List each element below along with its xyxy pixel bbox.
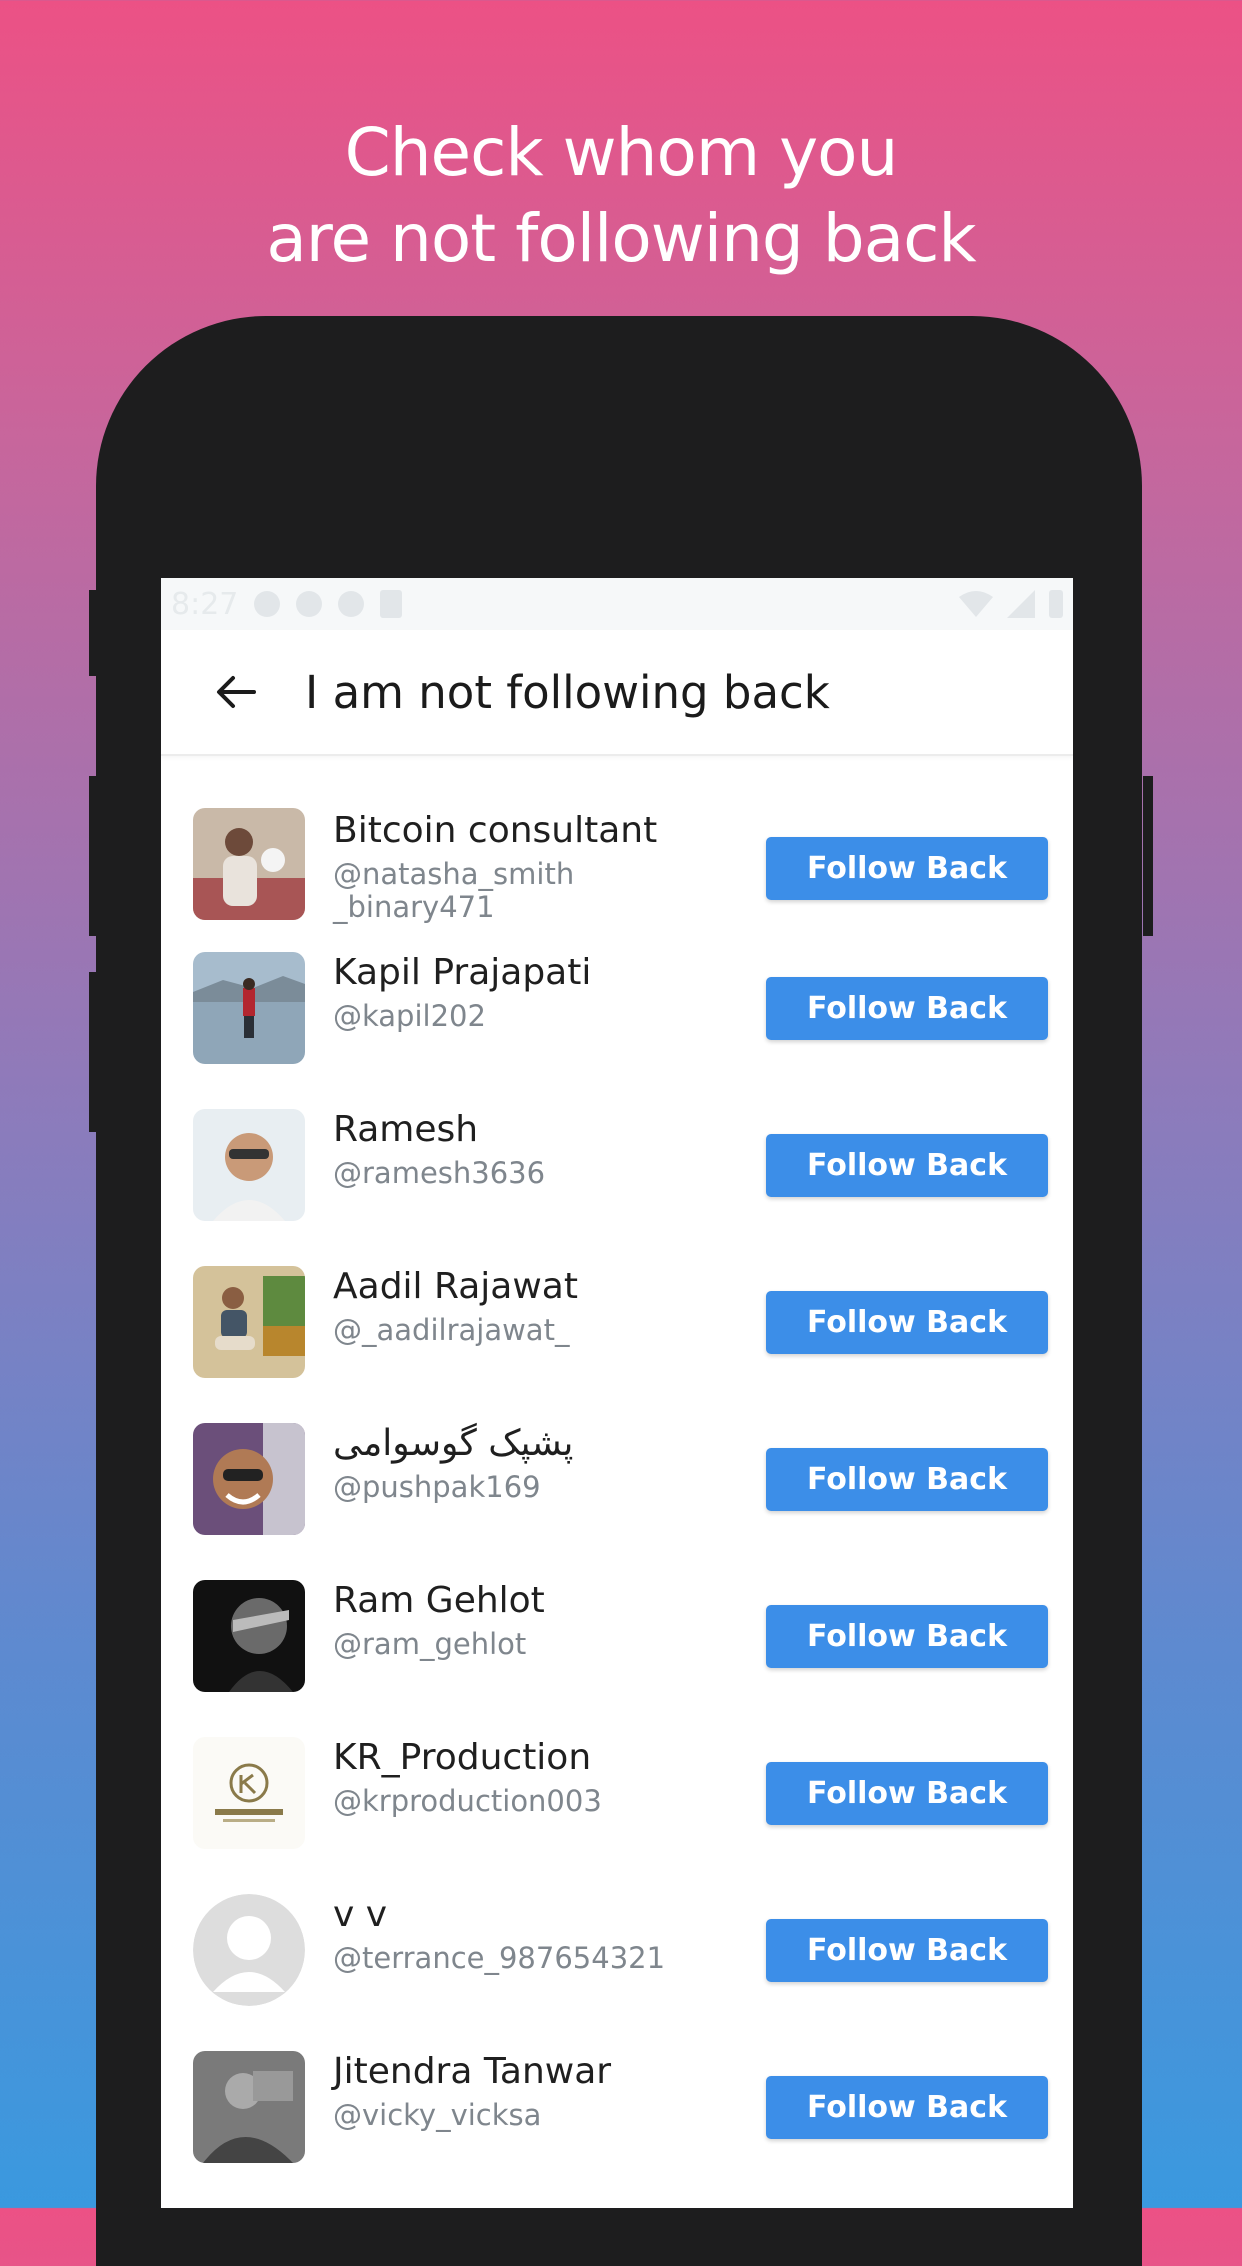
status-time: 8:27: [171, 586, 239, 622]
promo-line-1: Check whom you: [344, 114, 899, 191]
clipboard-icon: [380, 590, 403, 618]
user-name: Kapil Prajapati: [333, 952, 592, 993]
list-item: Ram Gehlot @ram_gehlot Follow Back: [161, 1558, 1073, 1715]
back-button[interactable]: [161, 675, 311, 709]
promo-headline: Check whom you are not following back: [0, 110, 1242, 282]
user-name: پشپک گوسوامی: [333, 1423, 574, 1464]
follow-back-button[interactable]: Follow Back: [766, 1762, 1048, 1825]
avatar[interactable]: [193, 1266, 305, 1378]
follow-back-button[interactable]: Follow Back: [766, 1134, 1048, 1197]
avatar[interactable]: [193, 808, 305, 920]
list-item: Bitcoin consultant @natasha_smith _binar…: [161, 764, 1073, 930]
user-list: Bitcoin consultant @natasha_smith _binar…: [161, 756, 1073, 2186]
list-item: Aadil Rajawat @_aadilrajawat_ Follow Bac…: [161, 1244, 1073, 1401]
follow-back-button[interactable]: Follow Back: [766, 1291, 1048, 1354]
sync-icon: [338, 591, 365, 617]
list-item: Kapil Prajapati @kapil202 Follow Back: [161, 930, 1073, 1087]
user-handle: @_aadilrajawat_: [333, 1313, 570, 1347]
user-handle: @pushpak169: [333, 1470, 541, 1504]
user-name: v v: [333, 1894, 388, 1935]
home-indicator[interactable]: [541, 2195, 701, 2201]
wifi-icon: [959, 591, 993, 617]
user-name: Aadil Rajawat: [333, 1266, 578, 1307]
user-handle: @vicky_vicksa: [333, 2098, 542, 2132]
signal-icon: [1007, 590, 1035, 618]
settings-icon: [254, 591, 281, 617]
user-handle: @krproduction003: [333, 1784, 602, 1818]
battery-icon: [1049, 590, 1063, 618]
list-item: v v @terrance_987654321 Follow Back: [161, 1872, 1073, 2029]
shield-icon: [296, 591, 323, 617]
user-handle: @ramesh3636: [333, 1156, 546, 1190]
promo-line-2: are not following back: [266, 200, 976, 277]
user-name: Ram Gehlot: [333, 1580, 545, 1621]
follow-back-button[interactable]: Follow Back: [766, 837, 1048, 900]
list-item: KR_Production @krproduction003 Follow Ba…: [161, 1715, 1073, 1872]
kr-production-logo: [193, 1737, 305, 1849]
user-name: Jitendra Tanwar: [333, 2051, 612, 2092]
avatar[interactable]: [193, 1737, 305, 1849]
avatar[interactable]: [193, 1109, 305, 1221]
avatar[interactable]: [193, 1894, 305, 2006]
follow-back-button[interactable]: Follow Back: [766, 2076, 1048, 2139]
user-handle: @kapil202: [333, 999, 486, 1033]
follow-back-button[interactable]: Follow Back: [766, 1448, 1048, 1511]
phone-screen: 8:27 I am not following back Bitcoin con…: [161, 578, 1073, 2208]
user-name: Bitcoin consultant: [333, 810, 658, 851]
app-bar: I am not following back: [161, 630, 1073, 756]
follow-back-button[interactable]: Follow Back: [766, 1919, 1048, 1982]
avatar[interactable]: [193, 952, 305, 1064]
status-bar: 8:27: [161, 578, 1073, 630]
phone-side-button: [89, 972, 99, 1132]
list-item: Ramesh @ramesh3636 Follow Back: [161, 1087, 1073, 1244]
avatar[interactable]: [193, 2051, 305, 2163]
list-item: Jitendra Tanwar @vicky_vicksa Follow Bac…: [161, 2029, 1073, 2186]
avatar[interactable]: [193, 1580, 305, 1692]
user-name: Ramesh: [333, 1109, 479, 1150]
avatar[interactable]: [193, 1423, 305, 1535]
user-handle: @natasha_smith _binary471: [333, 857, 575, 924]
user-handle: @ram_gehlot: [333, 1627, 527, 1661]
arrow-left-icon: [217, 676, 256, 708]
user-name: KR_Production: [333, 1737, 592, 1778]
page-title: I am not following back: [305, 665, 830, 719]
phone-side-button: [89, 776, 99, 936]
user-handle: @terrance_987654321: [333, 1941, 666, 1975]
follow-back-button[interactable]: Follow Back: [766, 977, 1048, 1040]
default-avatar-icon: [193, 1894, 305, 2006]
phone-side-button: [1143, 776, 1153, 936]
list-item: پشپک گوسوامی @pushpak169 Follow Back: [161, 1401, 1073, 1558]
follow-back-button[interactable]: Follow Back: [766, 1605, 1048, 1668]
phone-side-button: [89, 590, 99, 676]
